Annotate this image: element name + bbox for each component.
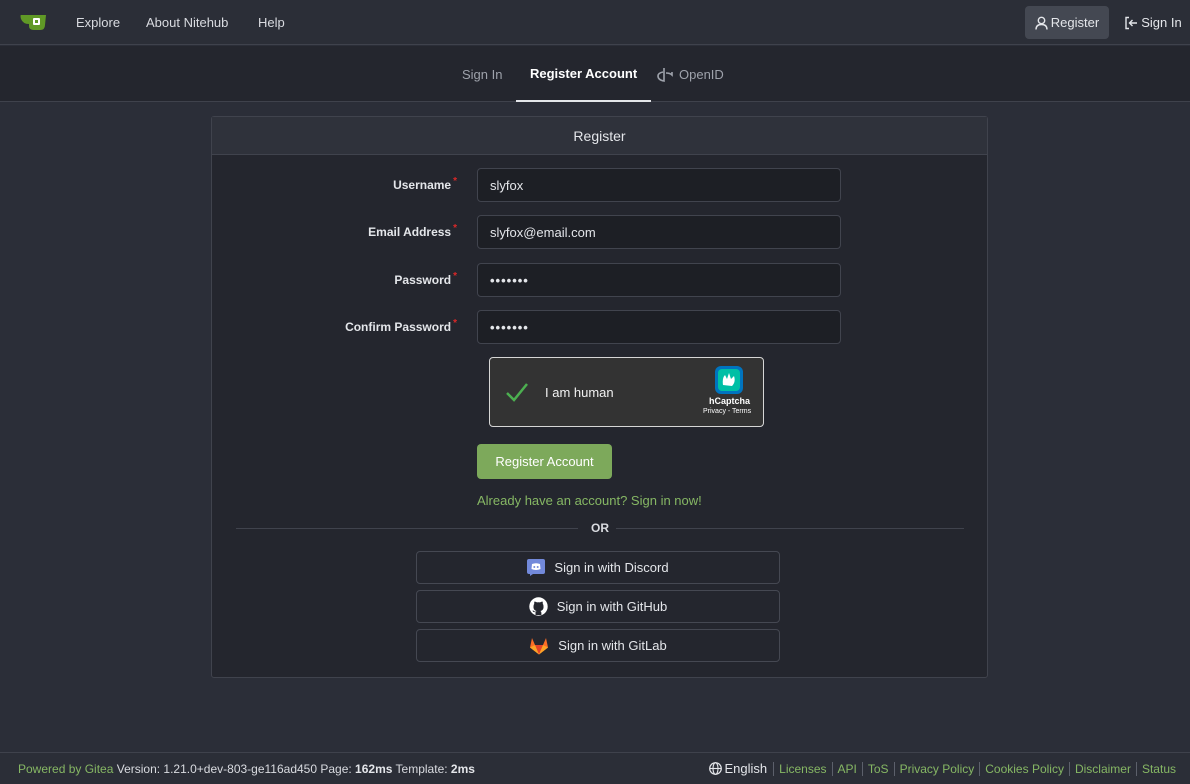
footer-template-time: 2ms: [450, 762, 475, 776]
required-mark: *: [453, 271, 457, 282]
footer-page-time: 162ms: [355, 762, 393, 776]
divider-right: [616, 528, 964, 529]
password-label: Password *: [394, 271, 457, 287]
footer-link-api[interactable]: API: [831, 761, 862, 776]
signin-github-label: Sign in with GitHub: [556, 599, 668, 614]
gitlab-icon: [530, 637, 549, 654]
footer-version-info: Powered by Gitea Version: 1.21.0+dev-803…: [18, 762, 475, 776]
captcha-terms-link[interactable]: Privacy - Terms: [703, 408, 751, 415]
powered-by-gitea-link[interactable]: Powered by Gitea: [18, 762, 113, 776]
footer-link-privacy-policy[interactable]: Privacy Policy: [893, 761, 980, 776]
captcha-brand: hCaptcha: [709, 396, 751, 406]
footer-template-label: Template:: [395, 762, 448, 776]
user-icon: [1035, 16, 1048, 30]
footer-link-tos[interactable]: ToS: [861, 761, 894, 776]
github-icon: [529, 597, 548, 616]
sign-in-icon: [1125, 16, 1138, 29]
tab-openid[interactable]: OpenID: [657, 46, 724, 102]
openid-icon: [657, 67, 673, 82]
footer-version-text: Version: 1.21.0+dev-803-ge116ad450 Page:: [116, 762, 352, 776]
confirm-password-label: Confirm Password *: [345, 318, 457, 334]
username-input[interactable]: slyfox: [477, 168, 841, 202]
email-input[interactable]: slyfox@email.com: [477, 215, 841, 249]
nav-signin-label: Sign In: [1141, 15, 1182, 30]
nav-help[interactable]: Help: [258, 15, 285, 30]
required-mark: *: [453, 318, 457, 329]
register-account-button[interactable]: Register Account: [477, 444, 612, 479]
nav-register-button[interactable]: Register: [1025, 6, 1109, 39]
footer-link-licenses[interactable]: Licenses: [773, 761, 831, 776]
card-title: Register: [573, 127, 626, 144]
nav-about[interactable]: About Nitehub: [146, 15, 228, 30]
page-footer: Powered by Gitea Version: 1.21.0+dev-803…: [0, 752, 1190, 784]
required-mark: *: [453, 176, 457, 187]
username-label-text: Username: [393, 178, 452, 192]
captcha-text: I am human: [545, 385, 614, 400]
gitea-logo-icon[interactable]: [20, 11, 48, 33]
tab-register-label: Register Account: [530, 65, 638, 81]
signin-discord-label: Sign in with Discord: [554, 560, 669, 575]
footer-links: English Licenses API ToS Privacy Policy …: [708, 761, 1181, 776]
language-selector[interactable]: English: [708, 761, 774, 776]
globe-icon: [708, 762, 722, 775]
nav-explore[interactable]: Explore: [76, 15, 120, 30]
divider-or: OR: [591, 521, 609, 535]
footer-link-cookies-policy[interactable]: Cookies Policy: [979, 761, 1069, 776]
confirm-password-input[interactable]: •••••••: [477, 310, 841, 344]
username-label: Username *: [393, 176, 457, 192]
signin-now-link[interactable]: Already have an account? Sign in now!: [477, 493, 702, 508]
register-card: Register Username * slyfox Email Address *…: [211, 116, 988, 678]
auth-tabs: Sign In Register Account OpenID: [0, 46, 1190, 102]
tab-sign-in-label: Sign In: [462, 66, 503, 82]
email-label-text: Email Address: [368, 225, 452, 239]
nav-register-label: Register: [1050, 15, 1100, 30]
signin-gitlab-button[interactable]: Sign in with GitLab: [416, 629, 780, 662]
card-header: Register: [212, 117, 987, 155]
required-mark: *: [453, 223, 457, 234]
nav-signin-button[interactable]: Sign In: [1122, 6, 1184, 39]
footer-link-status[interactable]: Status: [1135, 761, 1181, 776]
password-input[interactable]: •••••••: [477, 263, 841, 297]
language-label: English: [724, 761, 768, 776]
signin-gitlab-label: Sign in with GitLab: [558, 638, 667, 653]
tab-openid-label: OpenID: [679, 66, 724, 82]
confirm-password-label-text: Confirm Password: [345, 320, 452, 334]
discord-icon: [527, 559, 546, 576]
top-navbar: Explore About Nitehub Help Register Sign…: [0, 0, 1190, 45]
password-label-text: Password: [394, 273, 452, 287]
signin-discord-button[interactable]: Sign in with Discord: [416, 551, 780, 584]
email-label: Email Address *: [368, 223, 457, 239]
signin-github-button[interactable]: Sign in with GitHub: [416, 590, 780, 623]
hcaptcha-widget[interactable]: I am human hCaptcha Privacy - Terms: [489, 357, 764, 427]
footer-link-disclaimer[interactable]: Disclaimer: [1068, 761, 1136, 776]
hcaptcha-logo-icon: [715, 366, 743, 394]
divider-left: [236, 528, 578, 529]
checkmark-icon[interactable]: [505, 381, 529, 403]
tab-register-account[interactable]: Register Account: [516, 46, 652, 102]
tab-sign-in[interactable]: Sign In: [462, 46, 502, 102]
